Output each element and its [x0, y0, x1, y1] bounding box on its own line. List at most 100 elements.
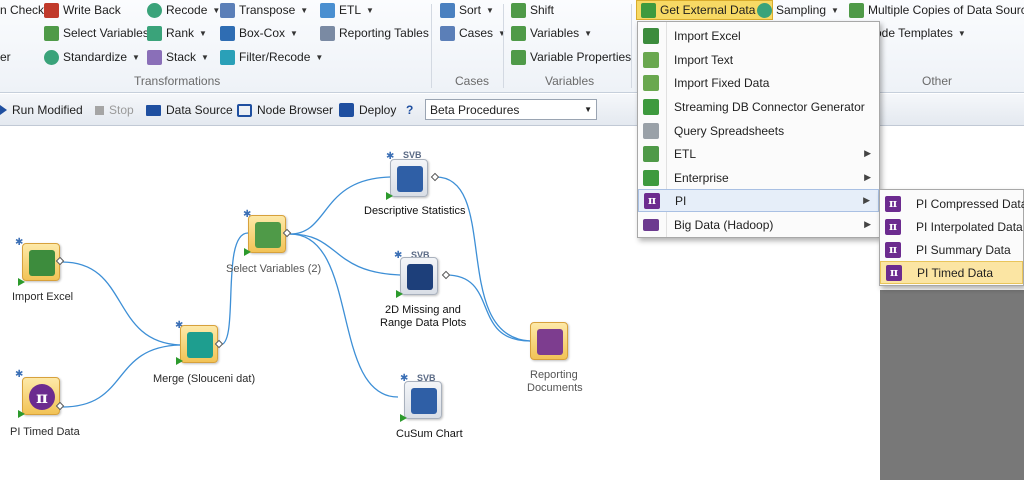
- sort-icon: [440, 2, 455, 18]
- cases-button[interactable]: Cases ▼: [440, 23, 506, 43]
- run-node-icon[interactable]: [176, 357, 183, 365]
- write-back-button[interactable]: Write Back: [44, 0, 121, 20]
- external-data-icon: [641, 2, 656, 18]
- select-variables-node[interactable]: [248, 215, 286, 253]
- menu-item-pi-summary[interactable]: π PI Summary Data: [880, 238, 1023, 261]
- etl-ribbon-button[interactable]: ETL ▼: [320, 0, 374, 20]
- submenu-arrow-icon: ▶: [864, 172, 871, 182]
- get-external-data-menu: Import Excel Import Text Import Fixed Da…: [637, 21, 880, 238]
- run-node-icon[interactable]: [396, 290, 403, 298]
- transpose-button[interactable]: Transpose ▼: [220, 0, 308, 20]
- shift-icon: [511, 2, 526, 18]
- run-node-icon[interactable]: [18, 278, 25, 286]
- menu-item-etl[interactable]: ETL ▶: [638, 142, 879, 165]
- reporting-documents-node[interactable]: [530, 322, 568, 360]
- node-label-reporting-2: Documents: [527, 382, 583, 394]
- menu-item-pi-interpolated[interactable]: π PI Interpolated Data: [880, 215, 1023, 238]
- recode-icon: [147, 2, 162, 18]
- procedures-select[interactable]: Beta Procedures ▼: [425, 99, 597, 120]
- shift-button[interactable]: Shift: [511, 0, 554, 20]
- box-cox-icon: [220, 25, 235, 41]
- variable-properties-button[interactable]: Variable Properties: [511, 47, 631, 67]
- dropdown-caret-icon: ▼: [201, 52, 209, 62]
- filter-button[interactable]: er: [0, 47, 11, 67]
- pi-submenu: π PI Compressed Data π PI Interpolated D…: [879, 189, 1024, 286]
- merge-node[interactable]: [180, 325, 218, 363]
- rank-icon: [147, 25, 162, 41]
- node-browser-button[interactable]: Node Browser: [237, 101, 333, 119]
- cusum-chart-node[interactable]: [404, 381, 442, 419]
- cases-icon: [440, 25, 455, 41]
- recode-button[interactable]: Recode ▼: [147, 0, 220, 20]
- menu-item-import-text[interactable]: Import Text: [638, 48, 879, 71]
- run-node-icon[interactable]: [244, 248, 251, 256]
- menu-item-enterprise[interactable]: Enterprise ▶: [638, 166, 879, 189]
- stack-button[interactable]: Stack ▼: [147, 47, 209, 67]
- pi-icon: π: [644, 192, 660, 209]
- sort-button[interactable]: Sort ▼: [440, 0, 494, 20]
- data-check-button[interactable]: n Check: [0, 0, 44, 20]
- reporting-tables-button[interactable]: Reporting Tables: [320, 23, 429, 43]
- node-label-reporting-1: Reporting: [530, 369, 578, 381]
- import-excel-node[interactable]: [22, 243, 60, 281]
- rank-button[interactable]: Rank ▼: [147, 23, 207, 43]
- node-browser-icon: [237, 103, 252, 117]
- menu-item-pi[interactable]: π PI ▶: [638, 189, 879, 212]
- node-label-import-excel: Import Excel: [12, 291, 74, 303]
- menu-item-query-spreadsheets[interactable]: Query Spreadsheets: [638, 119, 879, 142]
- group-separator: [503, 4, 504, 88]
- sampling-button[interactable]: Sampling ▼: [757, 0, 839, 20]
- cases-group-label: Cases: [455, 74, 490, 88]
- box-cox-button[interactable]: Box-Cox ▼: [220, 23, 298, 43]
- submenu-arrow-icon: ▶: [863, 195, 870, 205]
- standardize-icon: [44, 49, 59, 65]
- enterprise-icon: [643, 169, 659, 186]
- run-node-icon[interactable]: [386, 192, 393, 200]
- run-modified-button[interactable]: Run Modified: [0, 101, 83, 119]
- node-templates-button[interactable]: ode Templates ▼: [875, 23, 966, 43]
- standardize-button[interactable]: Standardize ▼: [44, 47, 140, 67]
- stack-icon: [147, 49, 162, 65]
- text-import-icon: [643, 51, 659, 68]
- menu-item-big-data[interactable]: Big Data (Hadoop) ▶: [638, 213, 879, 236]
- scatter-plot-icon: [407, 264, 433, 290]
- transformations-group-label: Transformations: [134, 74, 221, 88]
- menu-item-import-excel[interactable]: Import Excel: [638, 24, 879, 47]
- dropdown-caret-icon: ▼: [315, 52, 324, 62]
- node-label-merge: Merge (Slouceni dat): [153, 373, 256, 385]
- folder-icon: [643, 219, 659, 231]
- menu-item-pi-timed[interactable]: π PI Timed Data: [880, 261, 1023, 284]
- dropdown-caret-icon: ▼: [486, 5, 494, 15]
- transpose-icon: [220, 2, 235, 18]
- stop-button[interactable]: Stop: [95, 101, 134, 119]
- menu-item-pi-compressed[interactable]: π PI Compressed Data: [880, 192, 1024, 215]
- help-button[interactable]: ?: [406, 101, 413, 119]
- wire: [61, 261, 181, 346]
- multiple-copies-button[interactable]: Multiple Copies of Data Source: [849, 0, 1024, 20]
- chevron-down-icon: ▼: [584, 105, 592, 114]
- node-label-pi-timed: PI Timed Data: [10, 426, 80, 438]
- pi-timed-data-node[interactable]: π: [22, 377, 60, 415]
- variables-button[interactable]: Variables ▼: [511, 23, 592, 43]
- table-icon: [255, 222, 281, 248]
- run-node-icon[interactable]: [18, 410, 25, 418]
- missing-range-plots-node[interactable]: [400, 257, 438, 295]
- pi-icon: π: [886, 264, 902, 281]
- data-source-button[interactable]: Data Source: [146, 101, 233, 119]
- merge-icon: [187, 332, 213, 358]
- deploy-button[interactable]: Deploy: [339, 101, 396, 119]
- dropdown-caret-icon: ▼: [290, 28, 298, 38]
- etl-icon: [320, 2, 335, 18]
- node-label-descriptive: Descriptive Statistics: [364, 205, 466, 217]
- menu-item-import-fixed[interactable]: Import Fixed Data: [638, 71, 879, 94]
- multiple-copies-icon: [849, 2, 864, 18]
- select-variables-button[interactable]: Select Variables: [44, 23, 149, 43]
- node-label-select-variables: Select Variables (2): [226, 263, 322, 275]
- menu-item-streaming-db[interactable]: Streaming DB Connector Generator: [638, 95, 879, 118]
- filter-recode-button[interactable]: Filter/Recode ▼: [220, 47, 323, 67]
- run-node-icon[interactable]: [400, 414, 407, 422]
- descriptive-statistics-node[interactable]: [390, 159, 428, 197]
- dropdown-caret-icon: ▼: [300, 5, 309, 15]
- dropdown-caret-icon: ▼: [366, 5, 374, 15]
- get-external-data-button[interactable]: Get External Data▼: [636, 0, 774, 20]
